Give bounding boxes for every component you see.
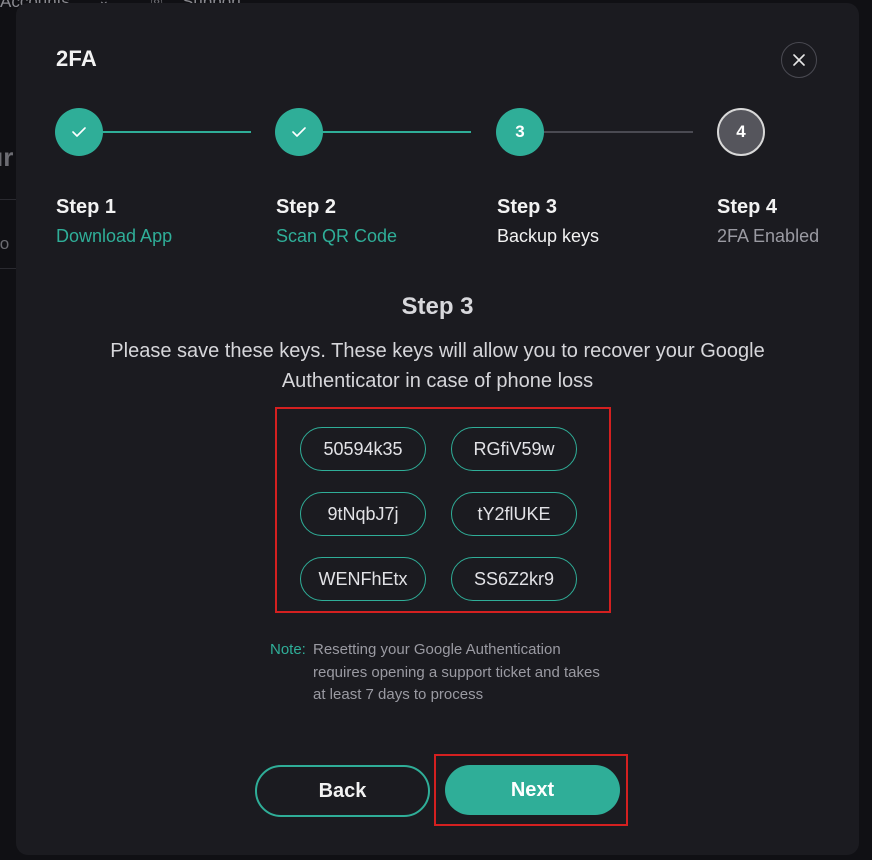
backup-key[interactable]: tY2flUKE [451,492,577,536]
step-heading: Step 3 [401,293,474,320]
step-1-indicator [55,108,103,156]
check-icon [292,127,306,137]
step-4-indicator: 4 [717,108,765,156]
step-3-indicator: 3 [496,108,544,156]
next-button[interactable]: Next [445,765,620,815]
backup-key[interactable]: WENFhEtx [300,557,426,601]
step-2-indicator [275,108,323,156]
step-3-name: Step 3 [497,196,558,218]
stepper-connector [299,131,471,133]
modal-title: 2FA [56,46,97,71]
step-4-name: Step 4 [717,196,778,218]
step-2-name: Step 2 [276,196,337,218]
step-1-label: Download App [56,226,173,246]
background-divider [0,268,16,269]
background-divider [0,199,16,200]
backup-key[interactable]: RGfiV59w [451,427,577,471]
backup-key[interactable]: SS6Z2kr9 [451,557,577,601]
step-4-label: 2FA Enabled [717,226,820,246]
close-icon [793,54,805,66]
back-button[interactable]: Back [255,765,430,817]
check-icon [72,127,86,137]
stepper-connector [519,131,693,133]
background-text-fragment: io [0,234,10,253]
note-label: Note: [270,641,306,658]
stepper-connector [79,131,251,133]
two-factor-modal: 2FA 3 4 Step 1 Download App Step 2 Scan … [16,3,859,855]
close-button[interactable] [781,42,817,78]
note-text: Resetting your Google Authentication req… [313,641,600,703]
backup-key[interactable]: 9tNqbJ7j [300,492,426,536]
backup-key[interactable]: 50594k35 [300,427,426,471]
background-heading-fragment: ır [0,142,14,172]
step-3-label: Backup keys [497,226,600,246]
step-1-name: Step 1 [56,196,117,218]
step-2-label: Scan QR Code [276,226,398,246]
backup-keys-highlight: 50594k35 RGfiV59w 9tNqbJ7j tY2flUKE WENF… [275,407,611,613]
step-description: Please save these keys. These keys will … [110,340,765,392]
